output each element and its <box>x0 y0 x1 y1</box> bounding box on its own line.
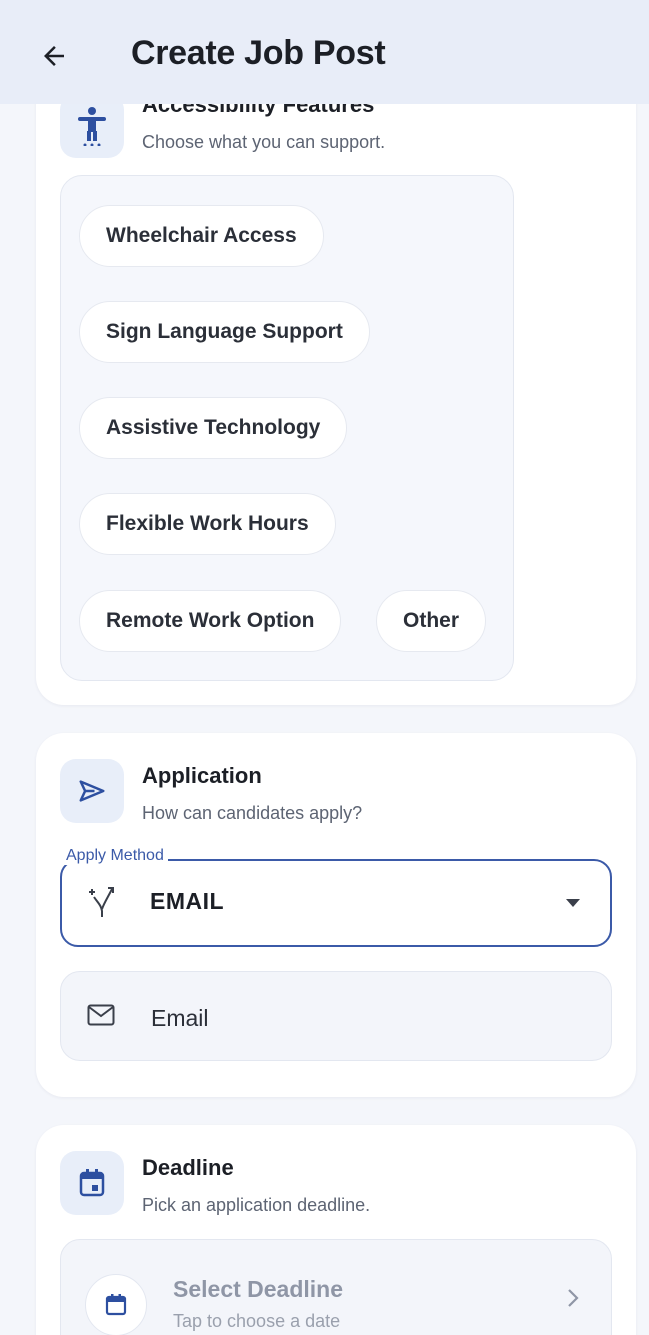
chip-assistive-technology[interactable]: Assistive Technology <box>79 397 348 459</box>
apply-method-value: EMAIL <box>150 888 225 914</box>
apply-method-label: Apply Method <box>62 847 168 865</box>
calendar-icon <box>79 1169 105 1197</box>
deadline-card: Deadline Pick an application deadline. S… <box>36 1125 636 1335</box>
chip-flexible-work-hours[interactable]: Flexible Work Hours <box>79 493 336 555</box>
deadline-title: Deadline <box>142 1155 234 1180</box>
select-deadline-subtitle: Tap to choose a date <box>173 1311 341 1331</box>
page-title: Create Job Post <box>131 34 386 72</box>
chip-remote-work-option[interactable]: Remote Work Option <box>79 590 342 652</box>
chevron-right-icon <box>568 1289 579 1307</box>
application-subtitle: How can candidates apply? <box>142 803 363 823</box>
mail-icon <box>87 1004 115 1026</box>
calendar-small-icon <box>105 1294 127 1316</box>
accessibility-icon <box>78 107 106 146</box>
deadline-subtitle: Pick an application deadline. <box>142 1195 371 1215</box>
chip-other[interactable]: Other <box>376 590 487 652</box>
dropdown-caret-icon <box>566 899 580 907</box>
calendar-small-icon-circle <box>85 1274 147 1335</box>
application-title: Application <box>142 763 262 788</box>
back-button[interactable] <box>30 32 78 80</box>
merge-icon <box>89 887 114 917</box>
arrow-back-icon <box>44 46 64 66</box>
email-placeholder: Email <box>151 1005 209 1031</box>
chip-wheelchair-access[interactable]: Wheelchair Access <box>79 205 324 267</box>
select-deadline-title: Select Deadline <box>173 1276 344 1302</box>
send-icon-tile <box>60 759 124 823</box>
application-card: Application How can candidates apply? EM… <box>36 733 636 1097</box>
send-icon <box>79 780 105 802</box>
apply-method-select[interactable]: EMAIL <box>60 859 612 947</box>
app-bar: Create Job Post <box>0 0 649 104</box>
email-field[interactable]: Email <box>60 971 612 1061</box>
create-job-post-screen: Create Job Post Accessibility Features C… <box>0 0 649 1335</box>
chip-sign-language-support[interactable]: Sign Language Support <box>79 301 370 363</box>
accessibility-chip-group: Wheelchair Access Sign Language Support … <box>60 175 514 681</box>
accessibility-features-card: Accessibility Features Choose what you c… <box>36 0 636 705</box>
select-deadline-button[interactable]: Select Deadline Tap to choose a date <box>60 1239 612 1335</box>
accessibility-subtitle: Choose what you can support. <box>142 132 386 152</box>
calendar-icon-tile <box>60 1151 124 1215</box>
